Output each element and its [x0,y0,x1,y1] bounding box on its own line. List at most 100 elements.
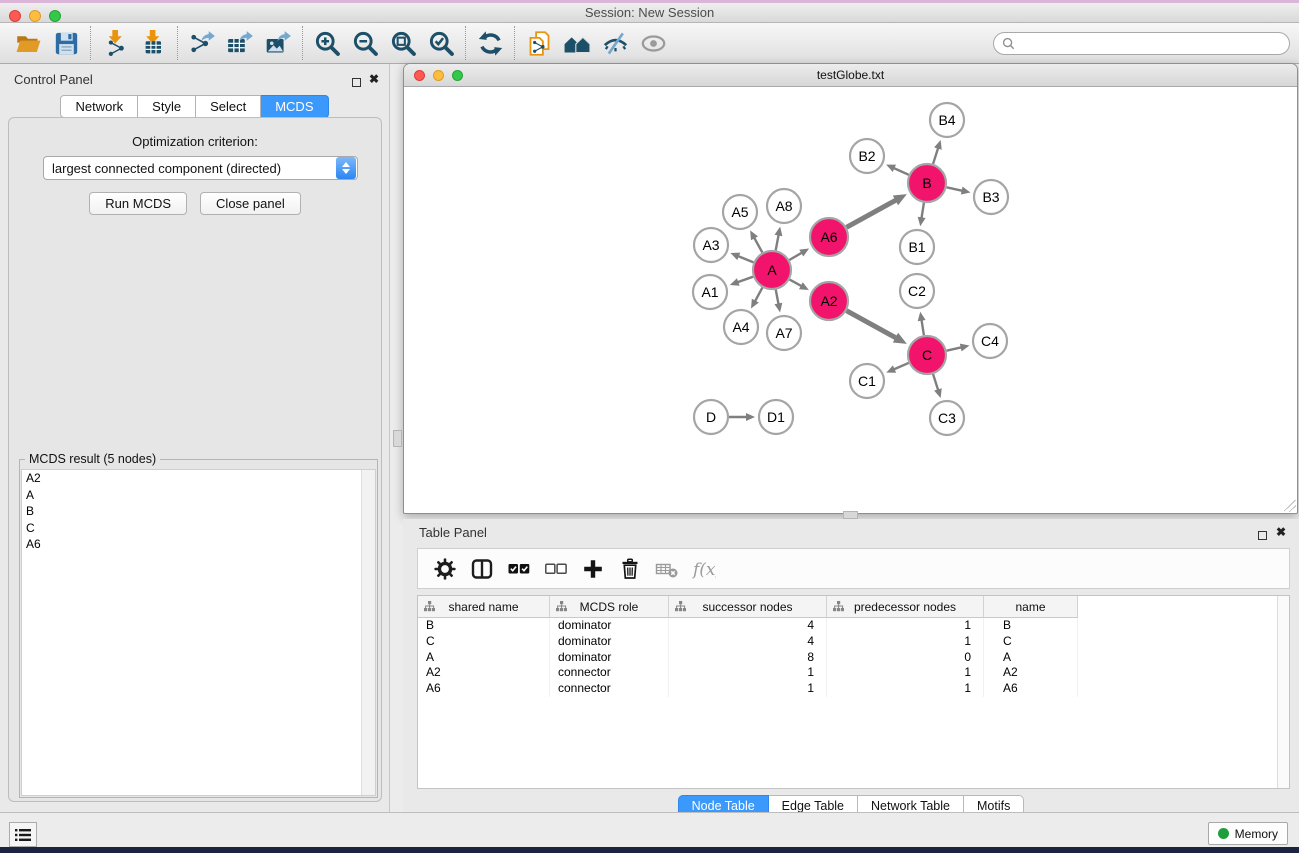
cell-shared-name[interactable]: A [418,650,550,666]
add-column-button[interactable] [574,552,611,586]
graph-edge-A-A8[interactable] [776,234,779,251]
result-item[interactable]: C [22,520,375,537]
toggle-panes-button[interactable] [463,552,500,586]
zoom-in-button[interactable] [308,25,346,61]
run-mcds-button[interactable]: Run MCDS [89,192,187,215]
minimize-network-button[interactable] [433,70,444,81]
cell-predecessor-nodes[interactable]: 1 [827,665,984,681]
cell-MCDS-role[interactable]: connector [550,665,669,681]
table-row[interactable]: Bdominator41B [418,618,1289,634]
result-item[interactable]: A6 [22,536,375,553]
graph-edge-A-A5[interactable] [754,237,763,253]
panel-menu-button[interactable] [9,822,37,847]
network-window-titlebar[interactable]: testGlobe.txt [404,64,1297,87]
result-item[interactable]: A2 [22,470,375,487]
zoom-window-button[interactable] [49,10,61,22]
network-canvas[interactable]: AA1A2A3A4A5A6A7A8BB1B2B3B4CC1C2C3C4DD1 [404,87,1297,513]
close-window-button[interactable] [9,10,21,22]
graph-edge-A-A3[interactable] [737,256,754,263]
cell-shared-name[interactable]: B [418,618,550,634]
cell-MCDS-role[interactable]: dominator [550,618,669,634]
tab-network[interactable]: Network [60,95,138,118]
cell-shared-name[interactable]: C [418,634,550,650]
graph-edge-C-C1[interactable] [893,363,909,370]
cell-MCDS-role[interactable]: connector [550,681,669,697]
zoom-out-button[interactable] [346,25,384,61]
export-table-button[interactable] [221,25,259,61]
deselect-all-button[interactable] [537,552,574,586]
cell-successor-nodes[interactable]: 1 [669,665,827,681]
graph-edge-A-A6[interactable] [789,252,803,260]
export-image-button[interactable] [259,25,297,61]
zoom-network-button[interactable] [452,70,463,81]
graph-edge-B-B1[interactable] [921,203,924,220]
horizontal-split-grip[interactable] [843,511,858,519]
save-session-button[interactable] [47,25,85,61]
table-row[interactable]: A2connector11A2 [418,665,1289,681]
cell-predecessor-nodes[interactable]: 1 [827,634,984,650]
close-table-panel-icon[interactable]: ✖ [1276,527,1286,537]
cell-name[interactable]: A [984,650,1078,666]
graph-edge-B-B4[interactable] [933,147,938,164]
graph-edge-A-A7[interactable] [776,290,779,306]
cell-successor-nodes[interactable]: 1 [669,681,827,697]
open-session-button[interactable] [9,25,47,61]
graph-edge-A-A1[interactable] [736,277,753,283]
graph-edge-C-C3[interactable] [933,374,938,391]
function-builder-button[interactable]: f(x) [685,552,722,586]
zoom-fit-button[interactable] [384,25,422,61]
import-table-button[interactable] [134,25,172,61]
home-button[interactable] [558,25,596,61]
column-header-successor-nodes[interactable]: successor nodes [669,596,827,618]
table-row[interactable]: Cdominator41C [418,634,1289,650]
cell-shared-name[interactable]: A6 [418,681,550,697]
float-panel-icon[interactable] [352,74,361,92]
close-network-button[interactable] [414,70,425,81]
cell-shared-name[interactable]: A2 [418,665,550,681]
zoom-selected-button[interactable] [422,25,460,61]
close-panel-icon[interactable]: ✖ [369,74,379,84]
table-row[interactable]: A6connector11A6 [418,681,1289,697]
column-header-predecessor-nodes[interactable]: predecessor nodes [827,596,984,618]
float-table-panel-icon[interactable] [1258,527,1267,545]
import-network-button[interactable] [96,25,134,61]
cell-predecessor-nodes[interactable]: 1 [827,618,984,634]
vertical-split-grip[interactable] [393,430,402,447]
cell-MCDS-role[interactable]: dominator [550,634,669,650]
close-panel-button[interactable]: Close panel [200,192,301,215]
column-header-name[interactable]: name [984,596,1078,618]
graph-edge-A-A2[interactable] [790,280,803,287]
graph-edge-B-B2[interactable] [893,167,909,174]
cell-name[interactable]: C [984,634,1078,650]
select-all-button[interactable] [500,552,537,586]
cell-predecessor-nodes[interactable]: 1 [827,681,984,697]
cell-predecessor-nodes[interactable]: 0 [827,650,984,666]
show-all-button[interactable] [634,25,672,61]
cell-successor-nodes[interactable]: 8 [669,650,827,666]
refresh-network-button[interactable] [471,25,509,61]
table-settings-button[interactable] [426,552,463,586]
memory-button[interactable]: Memory [1208,822,1288,845]
hide-selected-button[interactable] [596,25,634,61]
tab-mcds[interactable]: MCDS [261,95,328,118]
graph-edge-A6-B[interactable] [847,199,898,227]
graph-edge-B-B3[interactable] [947,187,964,191]
table-scrollbar[interactable] [1277,596,1289,788]
cell-name[interactable]: B [984,618,1078,634]
result-item[interactable]: A [22,487,375,504]
graph-edge-A2-C[interactable] [847,311,898,339]
cell-name[interactable]: A2 [984,665,1078,681]
delete-column-button[interactable] [611,552,648,586]
graph-edge-C-C2[interactable] [921,319,924,336]
cell-successor-nodes[interactable]: 4 [669,618,827,634]
result-item[interactable]: B [22,503,375,520]
delete-table-button[interactable] [648,552,685,586]
optimization-criterion-select[interactable]: largest connected component (directed) [43,156,358,180]
graph-edge-A-A4[interactable] [754,288,762,303]
table-row[interactable]: Adominator80A [418,650,1289,666]
column-header-MCDS-role[interactable]: MCDS role [550,596,669,618]
cell-name[interactable]: A6 [984,681,1078,697]
cell-MCDS-role[interactable]: dominator [550,650,669,666]
cell-successor-nodes[interactable]: 4 [669,634,827,650]
minimize-window-button[interactable] [29,10,41,22]
